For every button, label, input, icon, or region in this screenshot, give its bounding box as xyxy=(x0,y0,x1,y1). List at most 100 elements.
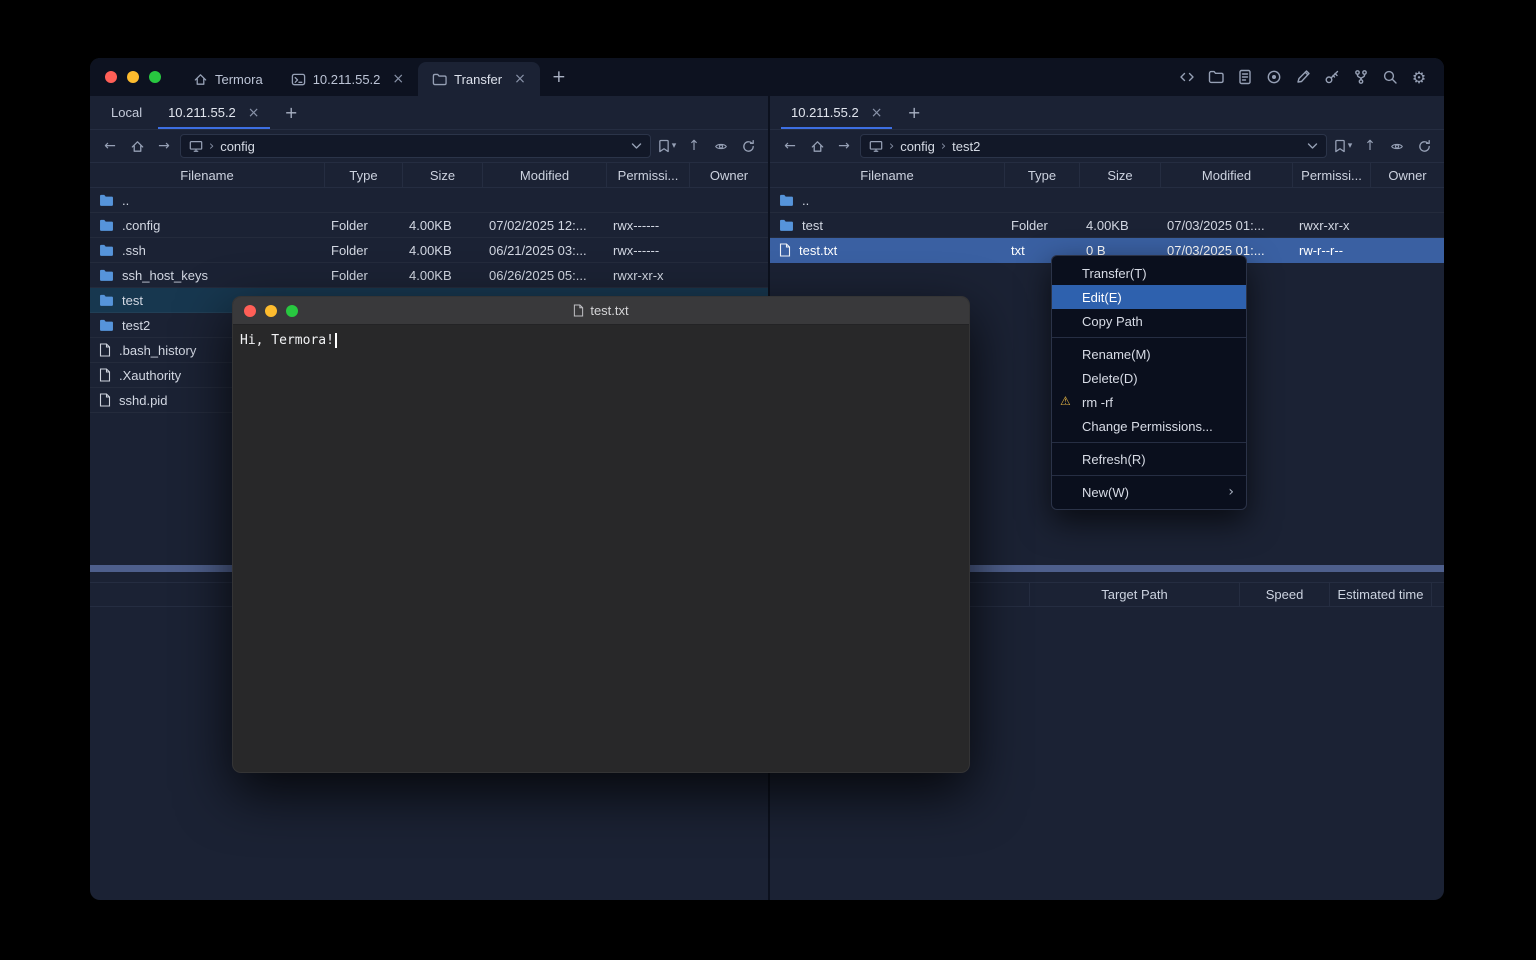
queue-column-stub xyxy=(1432,583,1444,606)
minimize-window-button[interactable] xyxy=(265,305,277,317)
editor-title: test.txt xyxy=(233,297,969,324)
tab-ssh-session[interactable]: 10.211.55.2 × xyxy=(277,62,418,96)
column-size[interactable]: Size xyxy=(1080,163,1161,187)
tab-remote-host[interactable]: 10.211.55.2 × xyxy=(778,96,895,129)
path-segment: test2 xyxy=(952,139,980,154)
folder-icon xyxy=(432,72,447,87)
refresh-button[interactable] xyxy=(1413,135,1435,157)
bookmark-button[interactable]: ▾ xyxy=(656,135,678,157)
forward-button[interactable]: → xyxy=(833,135,855,157)
new-tab-button[interactable]: + xyxy=(540,67,578,87)
path-segment: config xyxy=(220,139,255,154)
minimize-window-button[interactable] xyxy=(127,71,139,83)
left-navigation-bar: ← → › config ▾ ↑ xyxy=(90,130,768,162)
queue-column-speed[interactable]: Speed xyxy=(1240,583,1330,606)
folder-icon xyxy=(99,194,114,206)
key-manager-button[interactable] xyxy=(1323,68,1341,86)
tab-remote-host[interactable]: 10.211.55.2 × xyxy=(155,96,272,129)
add-panel-tab-button[interactable]: + xyxy=(895,96,932,129)
tab-local[interactable]: Local xyxy=(98,96,155,129)
close-window-button[interactable] xyxy=(244,305,256,317)
editor-content[interactable]: Hi, Termora! xyxy=(233,325,969,348)
code-snippets-button[interactable] xyxy=(1178,68,1196,86)
column-filename[interactable]: Filename xyxy=(90,163,325,187)
menu-item-rename[interactable]: Rename(M) xyxy=(1052,342,1246,366)
column-modified[interactable]: Modified xyxy=(483,163,607,187)
termora-window: Termora 10.211.55.2 × Transfer × + xyxy=(90,58,1444,900)
editor-titlebar[interactable]: test.txt xyxy=(233,297,969,325)
back-button[interactable]: ← xyxy=(99,135,121,157)
queue-column-estimated-time[interactable]: Estimated time xyxy=(1330,583,1432,606)
queue-column-target-path[interactable]: Target Path xyxy=(1030,583,1240,606)
column-modified[interactable]: Modified xyxy=(1161,163,1293,187)
gear-icon[interactable]: ⚙ xyxy=(1410,68,1428,86)
submenu-arrow-icon: › xyxy=(1228,484,1234,500)
menu-separator xyxy=(1052,337,1246,338)
menu-item-delete[interactable]: Delete(D) xyxy=(1052,366,1246,390)
menu-item-refresh[interactable]: Refresh(R) xyxy=(1052,447,1246,471)
warning-icon: ⚠ xyxy=(1060,394,1071,410)
tab-transfer[interactable]: Transfer × xyxy=(418,62,540,96)
table-row[interactable]: test Folder 4.00KB 07/03/2025 01:... rwx… xyxy=(770,213,1444,238)
menu-separator xyxy=(1052,442,1246,443)
tab-label: Termora xyxy=(215,72,263,87)
folder-icon xyxy=(99,294,114,306)
path-field[interactable]: › config xyxy=(180,134,651,158)
folder-icon xyxy=(99,319,114,331)
zoom-window-button[interactable] xyxy=(149,71,161,83)
column-permissions[interactable]: Permissi... xyxy=(607,163,690,187)
zoom-window-button[interactable] xyxy=(286,305,298,317)
window-controls xyxy=(90,71,179,83)
table-row[interactable]: ssh_host_keys Folder 4.00KB 06/26/2025 0… xyxy=(90,263,768,288)
chevron-down-icon[interactable] xyxy=(1307,142,1318,150)
column-type[interactable]: Type xyxy=(325,163,403,187)
titlebar-actions: ⚙ xyxy=(1178,68,1444,86)
search-icon[interactable] xyxy=(1381,68,1399,86)
folder-button[interactable] xyxy=(1207,68,1225,86)
menu-item-change-permissions[interactable]: Change Permissions... xyxy=(1052,414,1246,438)
add-panel-tab-button[interactable]: + xyxy=(273,96,310,129)
tab-termora[interactable]: Termora xyxy=(179,62,277,96)
show-hidden-eye-button[interactable] xyxy=(1386,135,1408,157)
table-header: Filename Type Size Modified Permissi... … xyxy=(90,162,768,188)
text-cursor xyxy=(335,333,337,348)
menu-item-edit[interactable]: Edit(E) xyxy=(1052,285,1246,309)
table-row[interactable]: .. xyxy=(770,188,1444,213)
close-icon[interactable]: × xyxy=(248,106,260,120)
folder-icon xyxy=(99,244,114,256)
parent-directory-button[interactable]: ↑ xyxy=(1359,135,1381,157)
home-button[interactable] xyxy=(126,135,148,157)
menu-item-copy-path[interactable]: Copy Path xyxy=(1052,309,1246,333)
macro-record-button[interactable] xyxy=(1265,68,1283,86)
column-type[interactable]: Type xyxy=(1005,163,1080,187)
column-owner[interactable]: Owner xyxy=(690,163,768,187)
forward-button[interactable]: → xyxy=(153,135,175,157)
close-icon[interactable]: × xyxy=(392,72,404,86)
edit-pencil-button[interactable] xyxy=(1294,68,1312,86)
menu-item-rm-rf[interactable]: ⚠ rm -rf xyxy=(1052,390,1246,414)
parent-directory-button[interactable]: ↑ xyxy=(683,135,705,157)
port-forwarding-button[interactable] xyxy=(1352,68,1370,86)
path-field[interactable]: › config › test2 xyxy=(860,134,1327,158)
show-hidden-eye-button[interactable] xyxy=(710,135,732,157)
column-filename[interactable]: Filename xyxy=(770,163,1005,187)
menu-item-transfer[interactable]: Transfer(T) xyxy=(1052,261,1246,285)
back-button[interactable]: ← xyxy=(779,135,801,157)
table-row[interactable]: .config Folder 4.00KB 07/02/2025 12:... … xyxy=(90,213,768,238)
column-owner[interactable]: Owner xyxy=(1371,163,1444,187)
refresh-button[interactable] xyxy=(737,135,759,157)
column-permissions[interactable]: Permissi... xyxy=(1293,163,1371,187)
computer-icon xyxy=(869,139,883,153)
close-icon[interactable]: × xyxy=(871,106,883,120)
home-button[interactable] xyxy=(806,135,828,157)
bookmark-button[interactable]: ▾ xyxy=(1332,135,1354,157)
menu-item-new[interactable]: New(W) › xyxy=(1052,480,1246,504)
log-viewer-button[interactable] xyxy=(1236,68,1254,86)
close-icon[interactable]: × xyxy=(514,72,526,86)
table-row[interactable]: .ssh Folder 4.00KB 06/21/2025 03:... rwx… xyxy=(90,238,768,263)
chevron-down-icon[interactable] xyxy=(631,142,642,150)
titlebar: Termora 10.211.55.2 × Transfer × + xyxy=(90,58,1444,96)
close-window-button[interactable] xyxy=(105,71,117,83)
column-size[interactable]: Size xyxy=(403,163,483,187)
table-row[interactable]: .. xyxy=(90,188,768,213)
